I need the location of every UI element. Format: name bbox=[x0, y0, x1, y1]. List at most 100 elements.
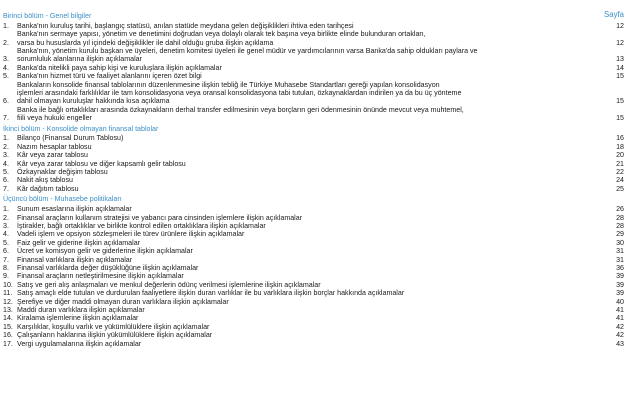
entry-title: Ücret ve komisyon gelir ve giderlerine i… bbox=[17, 247, 193, 256]
entry-title: Bilanço (Finansal Durum Tablosu) bbox=[17, 134, 124, 143]
toc-entry[interactable]: 4. Banka'da nitelikli paya sahip kişi ve … bbox=[3, 64, 627, 72]
entry-number: 6. bbox=[3, 176, 9, 185]
entry-title: Finansal varlıklarda değer düşüklüğüne i… bbox=[17, 264, 199, 272]
toc-entry[interactable]: 3. İştirakler, bağlı ortaklıklar ve birli… bbox=[3, 222, 627, 230]
entry-number: 9. bbox=[3, 272, 9, 281]
entry-title: Vergi uygulamalarına ilişkin açıklamalar bbox=[17, 339, 142, 348]
toc-entry[interactable]: 5. Faiz gelir ve giderine ilişkin açıklam… bbox=[3, 239, 627, 247]
toc-entry[interactable]: 1. Banka'nın kuruluş tarihi, başlangıç st… bbox=[3, 22, 627, 30]
entry-page-number: 31 bbox=[616, 247, 624, 256]
entry-number: 12. bbox=[3, 297, 13, 306]
entry-title: Şerefiye ve diğer maddi olmayan duran va… bbox=[17, 297, 229, 306]
entry-title: Sunum esaslarına ilişkin açıklamalar bbox=[17, 205, 132, 214]
entry-page-number: 25 bbox=[616, 184, 624, 193]
entry-number: 5. bbox=[3, 238, 9, 247]
entry-page-number: 15 bbox=[616, 97, 624, 106]
entry-page-number: 20 bbox=[616, 151, 624, 160]
entry-page-number: 14 bbox=[616, 63, 624, 72]
toc-entry[interactable]: 6. Bankaların konsolide finansal tablolar… bbox=[3, 81, 627, 106]
entry-number: 4. bbox=[3, 63, 9, 72]
toc-entry[interactable]: 6. Nakit akış tablosu 24 bbox=[3, 176, 627, 184]
section-title: İkinci bölüm - Konsolide olmayan finansa… bbox=[3, 124, 159, 133]
section-title: Üçüncü bölüm - Muhasebe politikaları bbox=[3, 195, 122, 204]
toc-entry[interactable]: 3. Banka'nın, yönetim kurulu başkan ve üy… bbox=[3, 47, 627, 64]
entry-page-number: 39 bbox=[616, 289, 624, 298]
entry-number: 3. bbox=[3, 55, 9, 64]
entry-title: İştirakler, bağlı ortaklıklar ve birlikt… bbox=[17, 221, 266, 230]
entry-page-number: 40 bbox=[616, 297, 624, 306]
toc-entry[interactable]: 4. Vadeli işlem ve opsiyon sözleşmeleri i… bbox=[3, 230, 627, 238]
entry-number: 1. bbox=[3, 21, 9, 30]
entry-title: Nazım hesaplar tablosu bbox=[17, 142, 92, 151]
entry-page-number: 36 bbox=[616, 264, 624, 272]
entry-title: Bankaların konsolide finansal tabloların… bbox=[17, 80, 462, 106]
toc-entry[interactable]: 5. Banka'nın hizmet türü ve faaliyet alan… bbox=[3, 72, 627, 80]
toc-entry[interactable]: 15. Karşılıklar, koşullu varlık ve yüküml… bbox=[3, 323, 627, 331]
entry-title: Faiz gelir ve giderine ilişkin açıklamal… bbox=[17, 238, 141, 247]
toc-section: İkinci bölüm - Konsolide olmayan finansa… bbox=[3, 125, 627, 194]
entry-page-number: 41 bbox=[616, 306, 624, 315]
entry-number: 8. bbox=[3, 264, 9, 272]
toc-entry[interactable]: 1. Sunum esaslarına ilişkin açıklamalar 26 bbox=[3, 205, 627, 213]
entry-title: Kâr veya zarar tablosu bbox=[17, 151, 88, 160]
entry-title: Karşılıklar, koşullu varlık ve yükümlülü… bbox=[17, 322, 210, 331]
toc-entry[interactable]: 16. Çalışanların haklarına ilişkin yüküml… bbox=[3, 331, 627, 339]
entry-page-number: 13 bbox=[616, 55, 624, 64]
toc-section: Üçüncü bölüm - Muhasebe politikaları 1. Su… bbox=[3, 195, 627, 348]
toc-entry[interactable]: 5. Özkaynaklar değişim tablosu 22 bbox=[3, 168, 627, 176]
entry-number: 14. bbox=[3, 314, 13, 323]
entry-title: Banka'nın hizmet türü ve faaliyet alanla… bbox=[17, 72, 202, 81]
toc-entry[interactable]: 2. Banka'nın sermaye yapısı, yönetim ve d… bbox=[3, 30, 627, 47]
entry-number: 2. bbox=[3, 142, 9, 151]
toc-entry[interactable]: 3. Kâr veya zarar tablosu 20 bbox=[3, 151, 627, 159]
entry-page-number: 26 bbox=[616, 205, 624, 214]
toc-entry[interactable]: 9. Finansal araçların netleştirilmesine i… bbox=[3, 272, 627, 280]
entry-number: 4. bbox=[3, 230, 9, 239]
entry-page-number: 43 bbox=[616, 339, 624, 348]
toc-entry[interactable]: 10. Satış ve geri alış anlaşmaları ve men… bbox=[3, 281, 627, 289]
toc-entry[interactable]: 11. Satış amaçlı elde tutulan ve durdurul… bbox=[3, 289, 627, 297]
entry-number: 11. bbox=[3, 289, 13, 298]
entry-title: Kâr veya zarar tablosu ve diğer kapsamlı… bbox=[17, 159, 186, 168]
entry-number: 7. bbox=[3, 184, 9, 193]
entry-page-number: 39 bbox=[616, 280, 624, 289]
entry-page-number: 28 bbox=[616, 213, 624, 222]
entry-page-number: 42 bbox=[616, 331, 624, 340]
entry-page-number: 15 bbox=[616, 72, 624, 81]
toc-entry[interactable]: 2. Finansal araçların kullanım stratejisi… bbox=[3, 214, 627, 222]
entry-number: 10. bbox=[3, 280, 13, 289]
entry-page-number: 41 bbox=[616, 314, 624, 323]
entry-number: 2. bbox=[3, 38, 9, 47]
entry-number: 5. bbox=[3, 72, 9, 81]
entry-title: Banka'nın, yönetim kurulu başkan ve üyel… bbox=[17, 46, 478, 64]
toc-entry[interactable]: 14. Kiralama işlemlerine ilişkin açıklama… bbox=[3, 314, 627, 322]
entry-page-number: 28 bbox=[616, 221, 624, 230]
toc-entry[interactable]: 7. Finansal varlıklara ilişkin açıklamala… bbox=[3, 256, 627, 264]
entry-number: 13. bbox=[3, 306, 13, 315]
toc-entry[interactable]: 2. Nazım hesaplar tablosu 18 bbox=[3, 143, 627, 151]
entry-number: 2. bbox=[3, 213, 9, 222]
toc-entry[interactable]: 4. Kâr veya zarar tablosu ve diğer kapsam… bbox=[3, 160, 627, 168]
toc-entry[interactable]: 8. Finansal varlıklarda değer düşüklüğüne… bbox=[3, 264, 627, 272]
entry-page-number: 30 bbox=[616, 238, 624, 247]
entry-title: Finansal araçların kullanım stratejisi v… bbox=[17, 213, 303, 222]
entry-page-number: 18 bbox=[616, 142, 624, 151]
entry-number: 16. bbox=[3, 331, 13, 340]
toc-entry[interactable]: 6. Ücret ve komisyon gelir ve giderlerine… bbox=[3, 247, 627, 255]
entry-title: Özkaynaklar değişim tablosu bbox=[17, 168, 108, 177]
entry-title: Banka ile bağlı ortaklıkları arasında öz… bbox=[17, 105, 464, 123]
entry-title: Maddi duran varlıklara ilişkin açıklamal… bbox=[17, 306, 145, 315]
toc-entry[interactable]: 17. Vergi uygulamalarına ilişkin açıklama… bbox=[3, 340, 627, 348]
entry-page-number: 22 bbox=[616, 168, 624, 177]
entry-page-number: 39 bbox=[616, 272, 624, 281]
toc-entry[interactable]: 12. Şerefiye ve diğer maddi olmayan duran… bbox=[3, 298, 627, 306]
toc-entry[interactable]: 13. Maddi duran varlıklara ilişkin açıkla… bbox=[3, 306, 627, 314]
entry-page-number: 16 bbox=[616, 134, 624, 143]
entry-page-number: 31 bbox=[616, 255, 624, 264]
toc-entry[interactable]: 1. Bilanço (Finansal Durum Tablosu) 16 bbox=[3, 134, 627, 142]
entry-page-number: 15 bbox=[616, 114, 624, 123]
toc-entry[interactable]: 7. Kâr dağıtım tablosu 25 bbox=[3, 185, 627, 193]
section-title: Birinci bölüm - Genel bilgiler bbox=[3, 12, 92, 20]
entry-number: 15. bbox=[3, 322, 13, 331]
toc-entry[interactable]: 7. Banka ile bağlı ortaklıkları arasında … bbox=[3, 106, 627, 123]
